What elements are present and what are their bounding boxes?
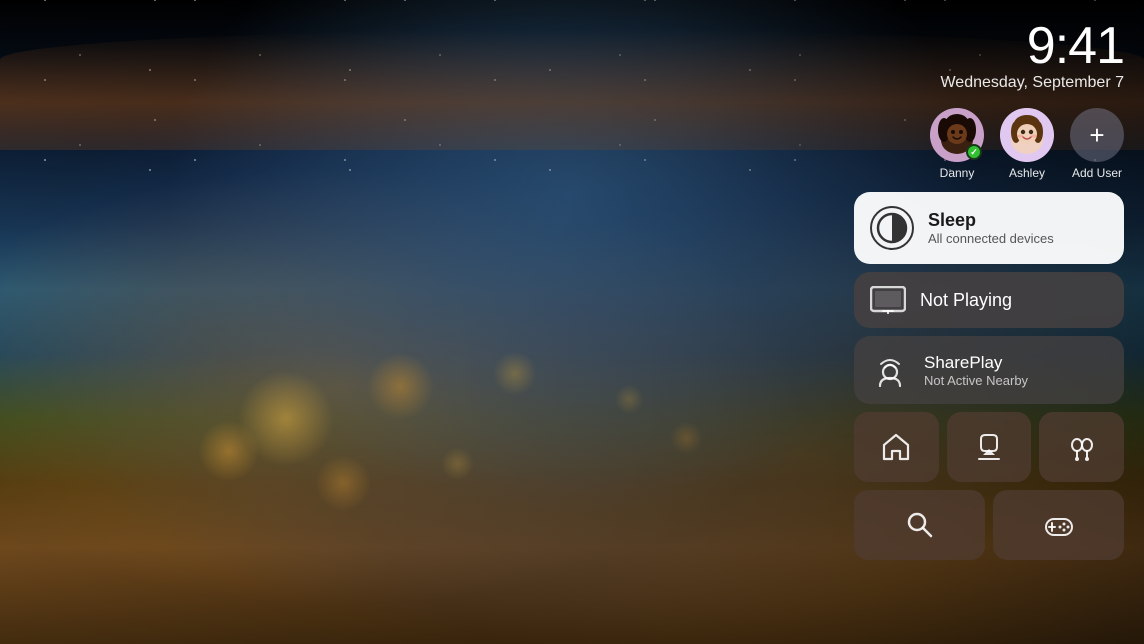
add-user-item[interactable]: + Add User: [1070, 108, 1124, 180]
users-section: Danny: [854, 108, 1124, 180]
control-center: 9:41 Wednesday, September 7: [854, 20, 1124, 560]
shareplay-text: SharePlay Not Active Nearby: [924, 353, 1028, 388]
clock-date: Wednesday, September 7: [854, 74, 1124, 92]
add-user-label: Add User: [1072, 166, 1122, 180]
sleep-title: Sleep: [928, 210, 1054, 231]
add-user-button[interactable]: +: [1070, 108, 1124, 162]
shareplay-subtitle: Not Active Nearby: [924, 373, 1028, 388]
airplay-button[interactable]: [947, 412, 1032, 482]
icon-grid-row2: [854, 490, 1124, 560]
user-label-danny: Danny: [940, 166, 975, 180]
sleep-subtitle: All connected devices: [928, 231, 1054, 246]
ashley-memoji: [1000, 108, 1054, 162]
clock-time: 9:41: [854, 20, 1124, 72]
shareplay-card[interactable]: SharePlay Not Active Nearby: [854, 336, 1124, 404]
sleep-svg: [874, 210, 910, 246]
airpods-button[interactable]: [1039, 412, 1124, 482]
sleep-card[interactable]: Sleep All connected devices: [854, 192, 1124, 264]
avatar-ashley: [1000, 108, 1054, 162]
home-button[interactable]: [854, 412, 939, 482]
icon-grid-row1: [854, 412, 1124, 482]
gamepad-icon: [1043, 509, 1075, 541]
avatar-wrapper-ashley: [1000, 108, 1054, 162]
shareplay-icon: [870, 350, 910, 390]
not-playing-text: Not Playing: [920, 290, 1012, 311]
user-label-ashley: Ashley: [1009, 166, 1045, 180]
user-ashley[interactable]: Ashley: [1000, 108, 1054, 180]
tv-icon: [870, 286, 906, 314]
active-badge-danny: [966, 144, 982, 160]
sleep-text: Sleep All connected devices: [928, 210, 1054, 246]
airplay-icon: [973, 431, 1005, 463]
avatar-wrapper-danny: [930, 108, 984, 162]
gamepad-button[interactable]: [993, 490, 1124, 560]
home-icon: [880, 431, 912, 463]
search-button[interactable]: [854, 490, 985, 560]
add-user-icon: +: [1089, 120, 1104, 151]
time-section: 9:41 Wednesday, September 7: [854, 20, 1124, 92]
user-danny[interactable]: Danny: [930, 108, 984, 180]
search-icon: [904, 509, 936, 541]
shareplay-title: SharePlay: [924, 353, 1028, 373]
sleep-icon: [870, 206, 914, 250]
not-playing-card[interactable]: Not Playing: [854, 272, 1124, 328]
airpods-icon: [1066, 431, 1098, 463]
